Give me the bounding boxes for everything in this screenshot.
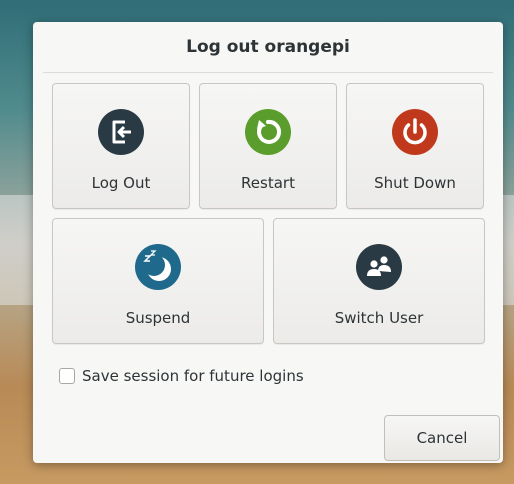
suspend-moon-icon bbox=[135, 244, 181, 290]
logout-icon bbox=[98, 109, 144, 155]
save-session-label[interactable]: Save session for future logins bbox=[82, 367, 304, 385]
shut-down-button[interactable]: Shut Down bbox=[346, 83, 484, 209]
shut-down-label: Shut Down bbox=[374, 174, 456, 192]
save-session-checkbox[interactable] bbox=[59, 368, 75, 384]
restart-label: Restart bbox=[241, 174, 295, 192]
title-separator bbox=[43, 72, 493, 73]
power-icon bbox=[392, 109, 438, 155]
suspend-button[interactable]: Suspend bbox=[52, 218, 264, 344]
restart-icon bbox=[245, 109, 291, 155]
logout-dialog: Log out orangepi Log Out Restart Shut Do… bbox=[33, 22, 503, 463]
switch-user-label: Switch User bbox=[334, 309, 424, 327]
switch-user-button[interactable]: Switch User bbox=[273, 218, 485, 344]
suspend-label: Suspend bbox=[125, 309, 191, 327]
save-session-row[interactable]: Save session for future logins bbox=[59, 365, 304, 387]
restart-button[interactable]: Restart bbox=[199, 83, 337, 209]
switch-user-icon bbox=[356, 244, 402, 290]
dialog-title: Log out orangepi bbox=[186, 37, 350, 57]
cancel-button[interactable]: Cancel bbox=[384, 415, 500, 461]
log-out-button[interactable]: Log Out bbox=[52, 83, 190, 209]
log-out-label: Log Out bbox=[91, 174, 151, 192]
